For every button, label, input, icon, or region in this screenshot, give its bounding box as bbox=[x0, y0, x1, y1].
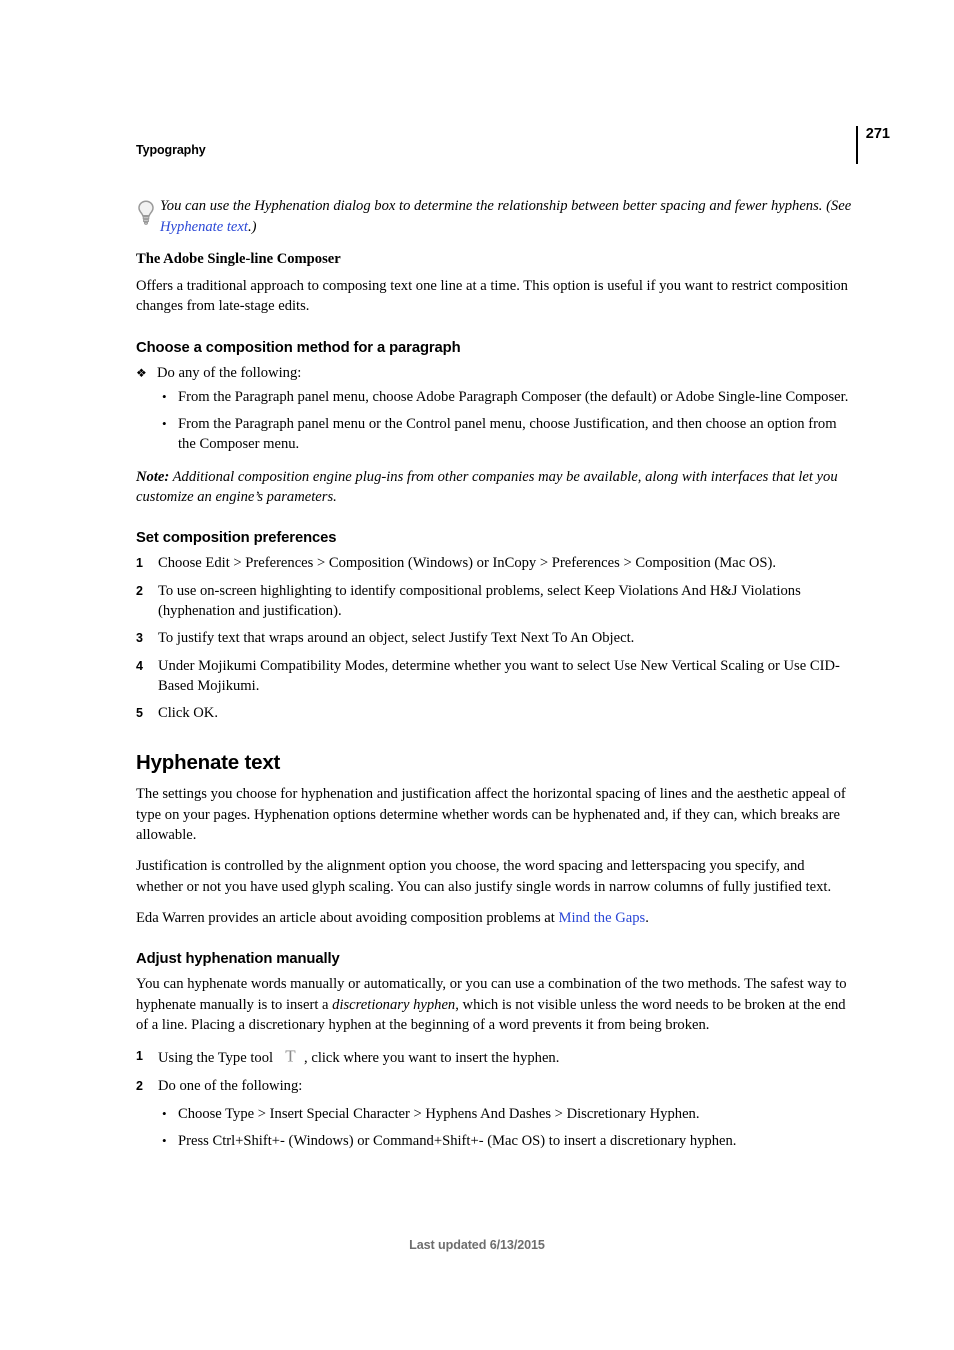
tip-text-after: .) bbox=[247, 218, 257, 235]
eda-warren-text-before: Eda Warren provides an article about avo… bbox=[136, 909, 559, 926]
list-item: 5 Click OK. bbox=[136, 703, 852, 723]
list-item: • From the Paragraph panel menu, choose … bbox=[136, 387, 852, 407]
choose-method-heading: Choose a composition method for a paragr… bbox=[136, 339, 461, 356]
list-item-label-after: , click where you want to insert the hyp… bbox=[304, 1050, 560, 1067]
single-line-composer-paragraph: Offers a traditional approach to composi… bbox=[136, 278, 848, 315]
bullet-icon: • bbox=[162, 416, 167, 432]
page-header: Typography 271 bbox=[136, 126, 890, 170]
list-item-label: Do one of the following: bbox=[158, 1078, 303, 1095]
hyphenate-paragraph-2: Justification is controlled by the align… bbox=[136, 858, 832, 895]
mind-the-gaps-link[interactable]: Mind the Gaps bbox=[558, 910, 645, 926]
list-item-label: To use on-screen highlighting to identif… bbox=[158, 582, 801, 619]
list-item: 1 Using the Type tool T , click where you … bbox=[136, 1046, 852, 1068]
list-item-label: To justify text that wraps around an obj… bbox=[158, 630, 635, 647]
bullet-icon: • bbox=[162, 1105, 167, 1121]
breadcrumb: Typography bbox=[136, 143, 206, 157]
list-item-label: Choose Type > Insert Special Character >… bbox=[178, 1105, 700, 1122]
list-item-label: Under Mojikumi Compatibility Modes, dete… bbox=[158, 657, 840, 694]
list-item-label: Choose Edit > Preferences > Composition … bbox=[158, 555, 777, 572]
list-item-label: Click OK. bbox=[158, 705, 218, 722]
page-number: 271 bbox=[865, 126, 890, 142]
hyphenate-text-heading: Hyphenate text bbox=[136, 751, 281, 775]
list-number: 3 bbox=[136, 631, 143, 646]
bullet-icon: • bbox=[162, 388, 167, 404]
tip-callout: You can use the Hyphenation dialog box t… bbox=[136, 196, 852, 237]
note-label: Note: bbox=[136, 468, 170, 485]
diamond-bullet-icon: ❖ bbox=[136, 365, 147, 380]
page-content: You can use the Hyphenation dialog box t… bbox=[136, 196, 852, 1158]
list-item: 4 Under Mojikumi Compatibility Modes, de… bbox=[136, 656, 852, 697]
eda-warren-text-after: . bbox=[645, 909, 649, 926]
list-item: • From the Paragraph panel menu or the C… bbox=[136, 414, 852, 455]
list-number: 4 bbox=[136, 658, 143, 673]
list-item-label: From the Paragraph panel menu or the Con… bbox=[178, 416, 837, 453]
single-line-composer-heading: The Adobe Single-line Composer bbox=[136, 251, 341, 267]
list-item-label: Press Ctrl+Shift+- (Windows) or Command+… bbox=[178, 1133, 737, 1150]
list-item: 3 To justify text that wraps around an o… bbox=[136, 628, 852, 648]
hyphenate-text-link[interactable]: Hyphenate text bbox=[160, 219, 248, 235]
list-item: ❖ Do any of the following: bbox=[136, 363, 852, 383]
tip-text-before: You can use the Hyphenation dialog box t… bbox=[160, 198, 852, 214]
list-item: 2 Do one of the following: bbox=[136, 1076, 852, 1096]
lightbulb-icon bbox=[136, 199, 156, 227]
list-item-label: Do any of the following: bbox=[157, 364, 302, 381]
list-item: 2 To use on-screen highlighting to ident… bbox=[136, 581, 852, 622]
list-item: • Press Ctrl+Shift+- (Windows) or Comman… bbox=[136, 1131, 852, 1151]
list-number: 1 bbox=[136, 1049, 143, 1064]
list-number: 1 bbox=[136, 556, 143, 571]
discretionary-hyphen-term: discretionary hyphen bbox=[332, 996, 456, 1013]
type-tool-icon: T bbox=[282, 1046, 299, 1066]
adjust-hyphenation-heading: Adjust hyphenation manually bbox=[136, 951, 340, 968]
page-footer: Last updated 6/13/2015 bbox=[409, 1238, 545, 1252]
svg-text:T: T bbox=[285, 1047, 296, 1066]
list-item: • Choose Type > Insert Special Character… bbox=[136, 1104, 852, 1124]
folio-divider bbox=[855, 126, 858, 164]
hyphenate-paragraph-3: Eda Warren provides an article about avo… bbox=[136, 908, 852, 928]
note-text: Additional composition engine plug-ins f… bbox=[136, 468, 838, 506]
list-number: 2 bbox=[136, 583, 143, 598]
list-number: 2 bbox=[136, 1079, 143, 1094]
list-number: 5 bbox=[136, 706, 143, 721]
note-paragraph: Note: Additional composition engine plug… bbox=[136, 467, 852, 508]
set-preferences-heading: Set composition preferences bbox=[136, 530, 337, 547]
list-item: 1 Choose Edit > Preferences > Compositio… bbox=[136, 553, 852, 573]
adjust-hyphenation-intro: You can hyphenate words manually or auto… bbox=[136, 974, 852, 1035]
list-item-label: From the Paragraph panel menu, choose Ad… bbox=[178, 388, 849, 405]
folio: 271 bbox=[855, 126, 890, 164]
bullet-icon: • bbox=[162, 1133, 167, 1149]
hyphenate-paragraph-1: The settings you choose for hyphenation … bbox=[136, 786, 846, 844]
list-item-label-before: Using the Type tool bbox=[158, 1050, 274, 1067]
document-page: Typography 271 You can use the Hyphenati… bbox=[0, 0, 954, 1350]
tip-text: You can use the Hyphenation dialog box t… bbox=[160, 196, 852, 237]
